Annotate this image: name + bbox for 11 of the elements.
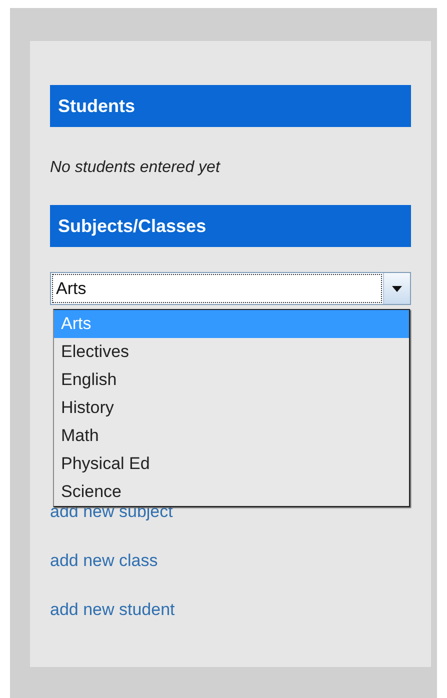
empty-message: No students entered yet <box>50 158 222 178</box>
add-link[interactable]: add new student <box>50 600 175 620</box>
section-header: Students <box>50 85 411 127</box>
dropdown-option[interactable]: History <box>54 394 409 422</box>
section-header: Subjects/Classes <box>50 205 411 247</box>
dropdown-option[interactable]: Physical Ed <box>54 450 409 478</box>
dropdown-option[interactable]: Science <box>54 478 409 506</box>
dropdown-option[interactable]: Electives <box>54 338 409 366</box>
add-link[interactable]: add new class <box>50 551 158 571</box>
dropdown-option[interactable]: Math <box>54 422 409 450</box>
dropdown-option[interactable]: English <box>54 366 409 394</box>
